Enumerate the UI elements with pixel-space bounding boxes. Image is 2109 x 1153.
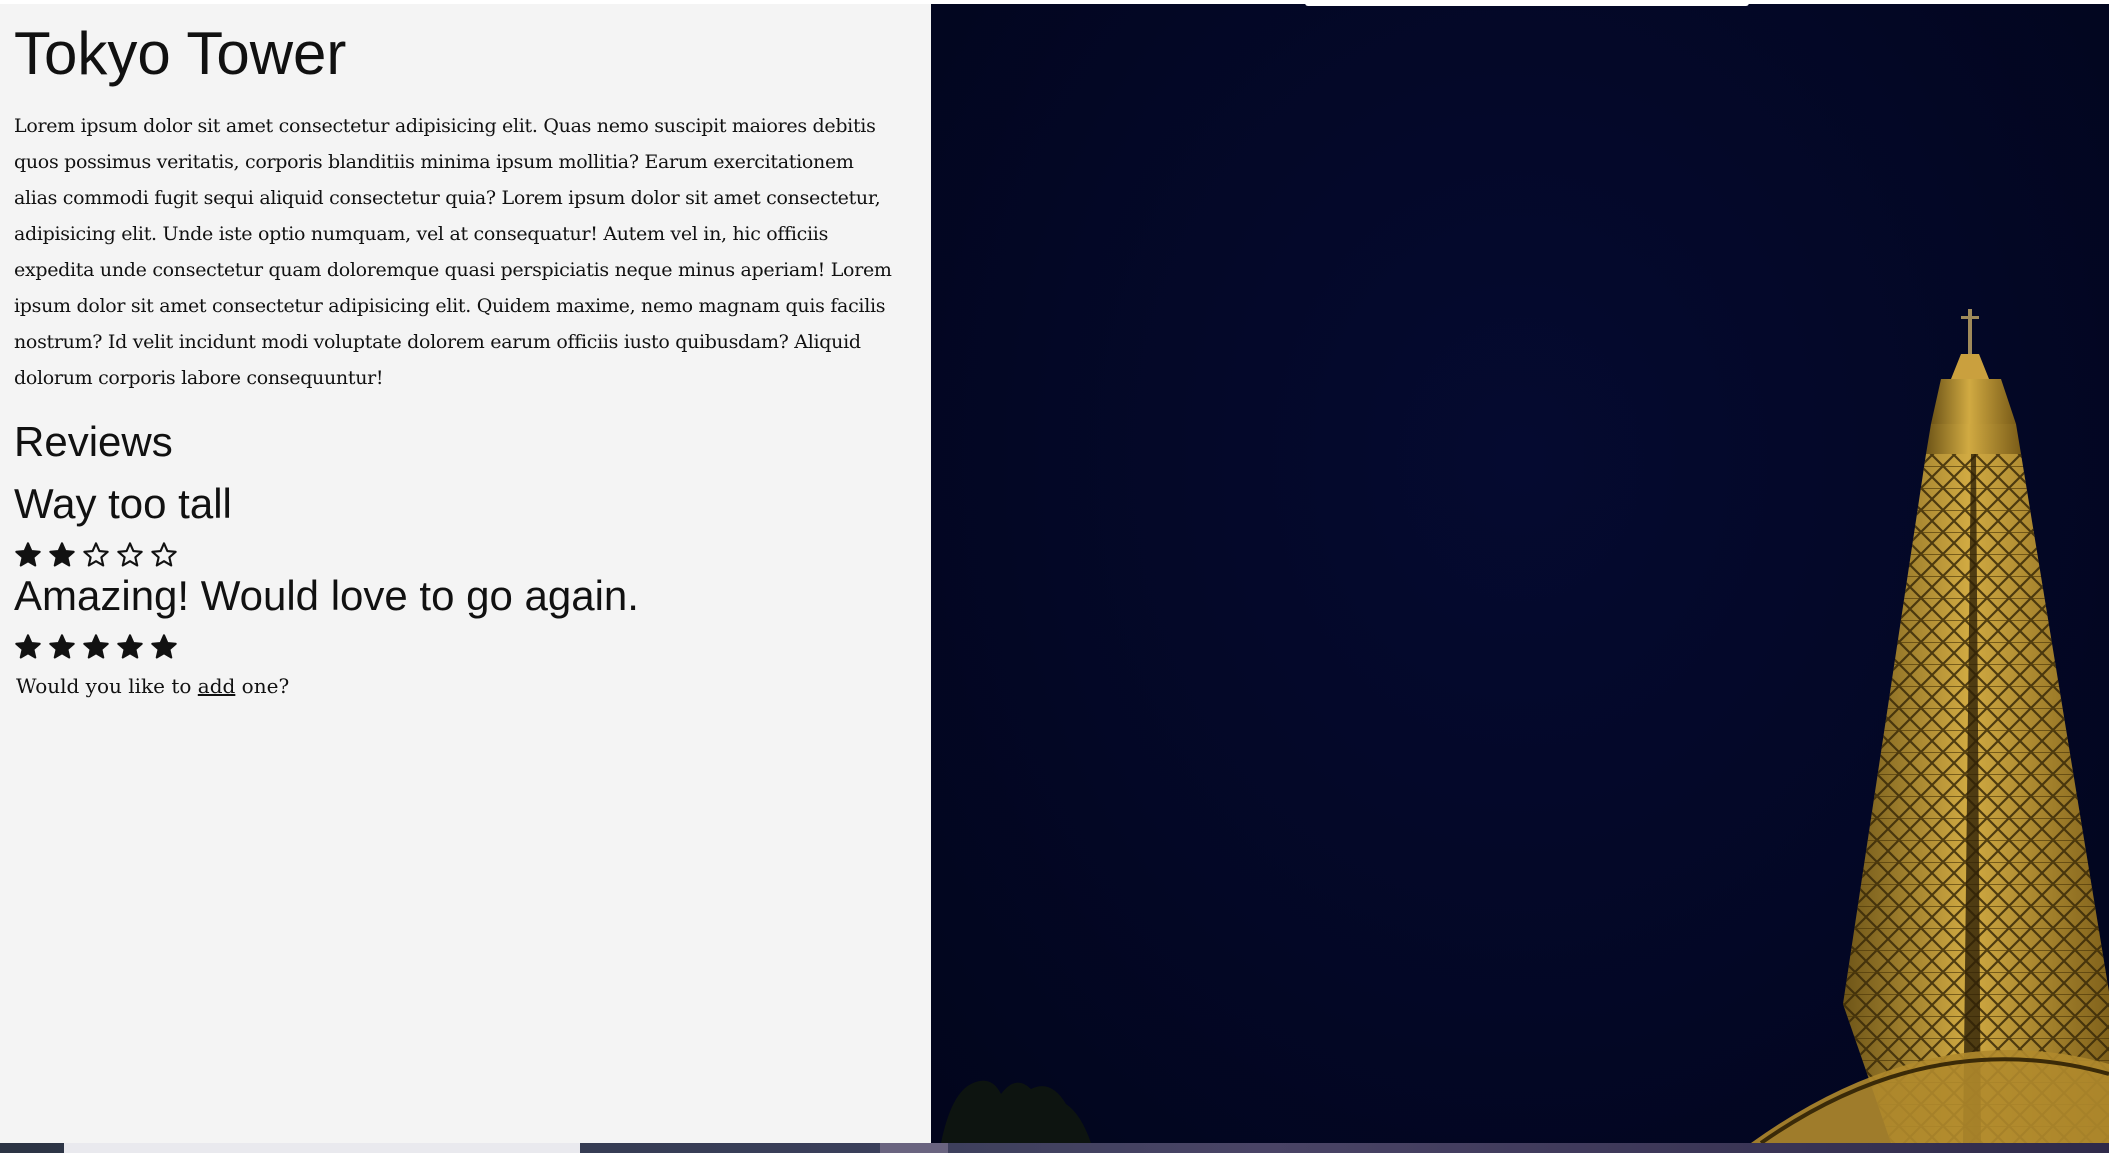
star-empty-icon — [116, 541, 144, 569]
star-filled-icon — [116, 633, 144, 661]
tower-antenna — [1968, 309, 1972, 354]
add-review-link[interactable]: add — [198, 674, 236, 698]
description: Lorem ipsum dolor sit amet consectetur a… — [14, 115, 892, 389]
review-title: Way too tall — [14, 480, 232, 527]
star-filled-icon — [82, 633, 110, 661]
add-prompt-before: Would you like to — [16, 674, 198, 698]
review-item: Way too tall — [14, 478, 901, 570]
tower-photo — [931, 4, 2109, 1143]
add-review-prompt: Would you like to add one? — [16, 674, 901, 698]
star-filled-icon — [48, 541, 76, 569]
taskbar-item[interactable] — [880, 1143, 948, 1153]
review-title: Amazing! Would love to go again. — [14, 572, 639, 619]
review-item: Amazing! Would love to go again. — [14, 570, 901, 662]
content-panel: Tokyo Tower Lorem ipsum dolor sit amet c… — [0, 4, 931, 1143]
star-filled-icon — [14, 541, 42, 569]
star-empty-icon — [150, 541, 178, 569]
star-rating — [14, 540, 901, 570]
taskbar — [0, 1143, 2109, 1153]
star-filled-icon — [150, 633, 178, 661]
star-filled-icon — [14, 633, 42, 661]
add-prompt-after: one? — [235, 674, 290, 698]
reviews-heading: Reviews — [14, 418, 173, 465]
star-filled-icon — [48, 633, 76, 661]
window-tab — [1305, 0, 1749, 6]
tree-silhouette — [941, 1080, 1091, 1143]
star-empty-icon — [82, 541, 110, 569]
tower-illustration — [941, 309, 2109, 1143]
taskbar-item[interactable] — [64, 1143, 580, 1153]
page: Tokyo Tower Lorem ipsum dolor sit amet c… — [0, 0, 2109, 1153]
star-rating — [14, 632, 901, 662]
page-title: Tokyo Tower — [14, 20, 347, 87]
